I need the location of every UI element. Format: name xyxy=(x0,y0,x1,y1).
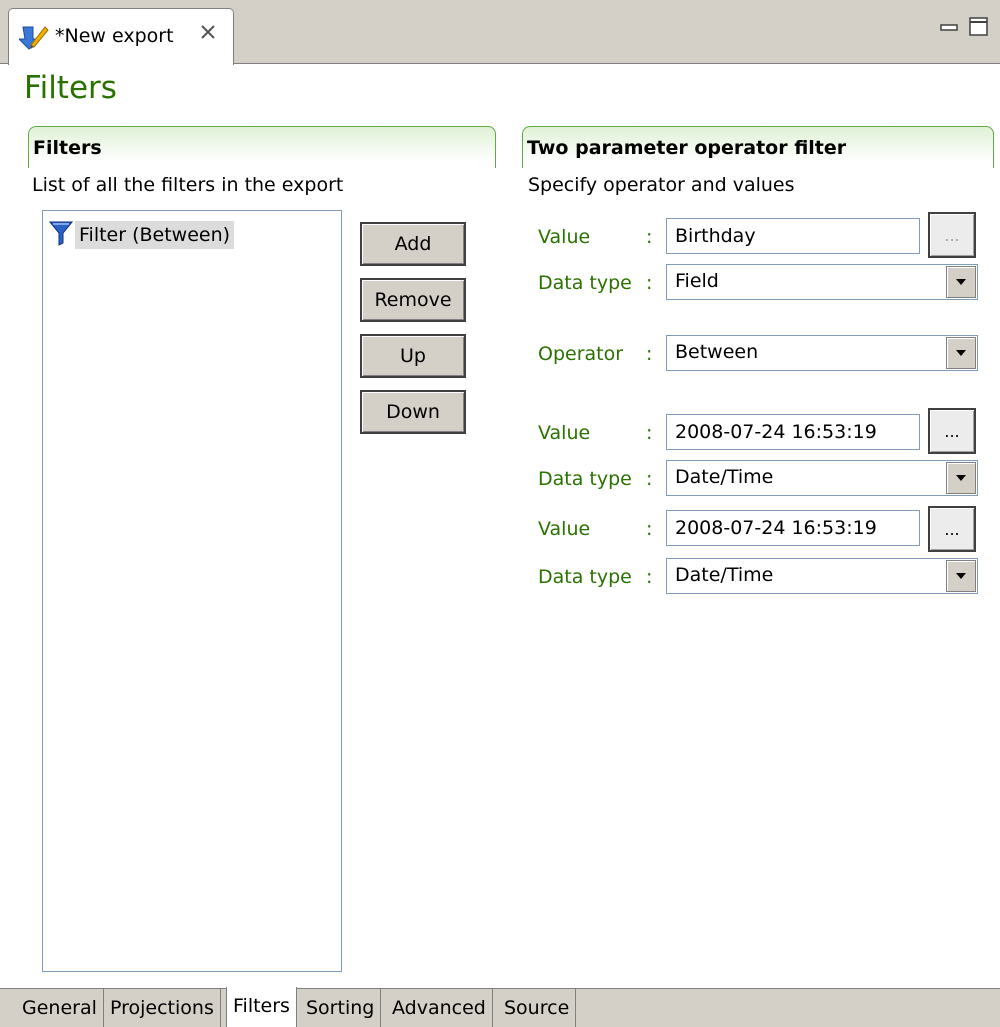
value2-field[interactable]: 2008-07-24 16:53:19 xyxy=(666,414,920,450)
value2-browse-button[interactable]: ... xyxy=(928,408,976,454)
remove-button[interactable]: Remove xyxy=(360,278,466,322)
down-button[interactable]: Down xyxy=(360,390,466,434)
filters-section-title: Filters xyxy=(33,137,102,159)
datatype1-select[interactable]: Field xyxy=(666,264,978,300)
datatype3-colon: : xyxy=(646,566,653,588)
export-icon xyxy=(17,21,49,56)
tab-source[interactable]: Source xyxy=(498,989,577,1027)
minimize-icon[interactable] xyxy=(940,18,960,40)
value1-label: Value xyxy=(538,226,591,248)
chevron-down-icon[interactable] xyxy=(946,560,976,592)
datatype3-select-value: Date/Time xyxy=(675,564,774,586)
value1-colon: : xyxy=(646,226,653,248)
operator-section-description: Specify operator and values xyxy=(528,174,795,196)
operator-label: Operator xyxy=(538,343,624,365)
tab-advanced[interactable]: Advanced xyxy=(386,989,493,1027)
operator-section-title: Two parameter operator filter xyxy=(527,137,847,159)
value2-colon: : xyxy=(646,422,653,444)
up-button[interactable]: Up xyxy=(360,334,466,378)
editor-tab-title: *New export xyxy=(55,25,174,47)
page-title: Filters xyxy=(24,70,117,106)
list-item[interactable]: Filter (Between) xyxy=(48,219,235,251)
filter-list[interactable]: Filter (Between) xyxy=(42,210,342,972)
filters-section-header: Filters xyxy=(28,126,496,168)
operator-select-value: Between xyxy=(675,341,759,363)
chevron-down-icon[interactable] xyxy=(946,462,976,494)
datatype2-select-value: Date/Time xyxy=(675,466,774,488)
value3-colon: : xyxy=(646,518,653,540)
list-item-label: Filter (Between) xyxy=(75,221,235,249)
editor-tab[interactable]: *New export xyxy=(8,8,234,65)
tab-projections[interactable]: Projections xyxy=(104,989,221,1027)
tab-general[interactable]: General xyxy=(16,989,104,1027)
tab-filters[interactable]: Filters xyxy=(226,987,297,1027)
editor-tab-bar: *New export xyxy=(0,0,1000,65)
datatype1-colon: : xyxy=(646,272,653,294)
value2-label: Value xyxy=(538,422,591,444)
filters-section-description: List of all the filters in the export xyxy=(32,174,344,196)
value1-field[interactable]: Birthday xyxy=(666,218,920,254)
value1-browse-button[interactable]: ... xyxy=(928,212,976,258)
datatype2-label: Data type xyxy=(538,468,632,490)
tab-sorting[interactable]: Sorting xyxy=(300,989,382,1027)
datatype3-label: Data type xyxy=(538,566,632,588)
datatype2-select[interactable]: Date/Time xyxy=(666,460,978,496)
maximize-icon[interactable] xyxy=(968,16,990,43)
add-button[interactable]: Add xyxy=(360,222,466,266)
datatype1-label: Data type xyxy=(538,272,632,294)
close-icon[interactable] xyxy=(199,23,217,46)
filter-funnel-icon xyxy=(48,220,74,251)
operator-select[interactable]: Between xyxy=(666,335,978,371)
page-tab-bar: General Projections Filters Sorting Adva… xyxy=(0,987,1000,1027)
operator-section-header: Two parameter operator filter xyxy=(522,126,994,168)
chevron-down-icon[interactable] xyxy=(946,337,976,369)
chevron-down-icon[interactable] xyxy=(946,266,976,298)
operator-colon: : xyxy=(646,343,653,365)
value3-field[interactable]: 2008-07-24 16:53:19 xyxy=(666,510,920,546)
datatype2-colon: : xyxy=(646,468,653,490)
value3-browse-button[interactable]: ... xyxy=(928,506,976,552)
datatype3-select[interactable]: Date/Time xyxy=(666,558,978,594)
datatype1-select-value: Field xyxy=(675,270,719,292)
value3-label: Value xyxy=(538,518,591,540)
